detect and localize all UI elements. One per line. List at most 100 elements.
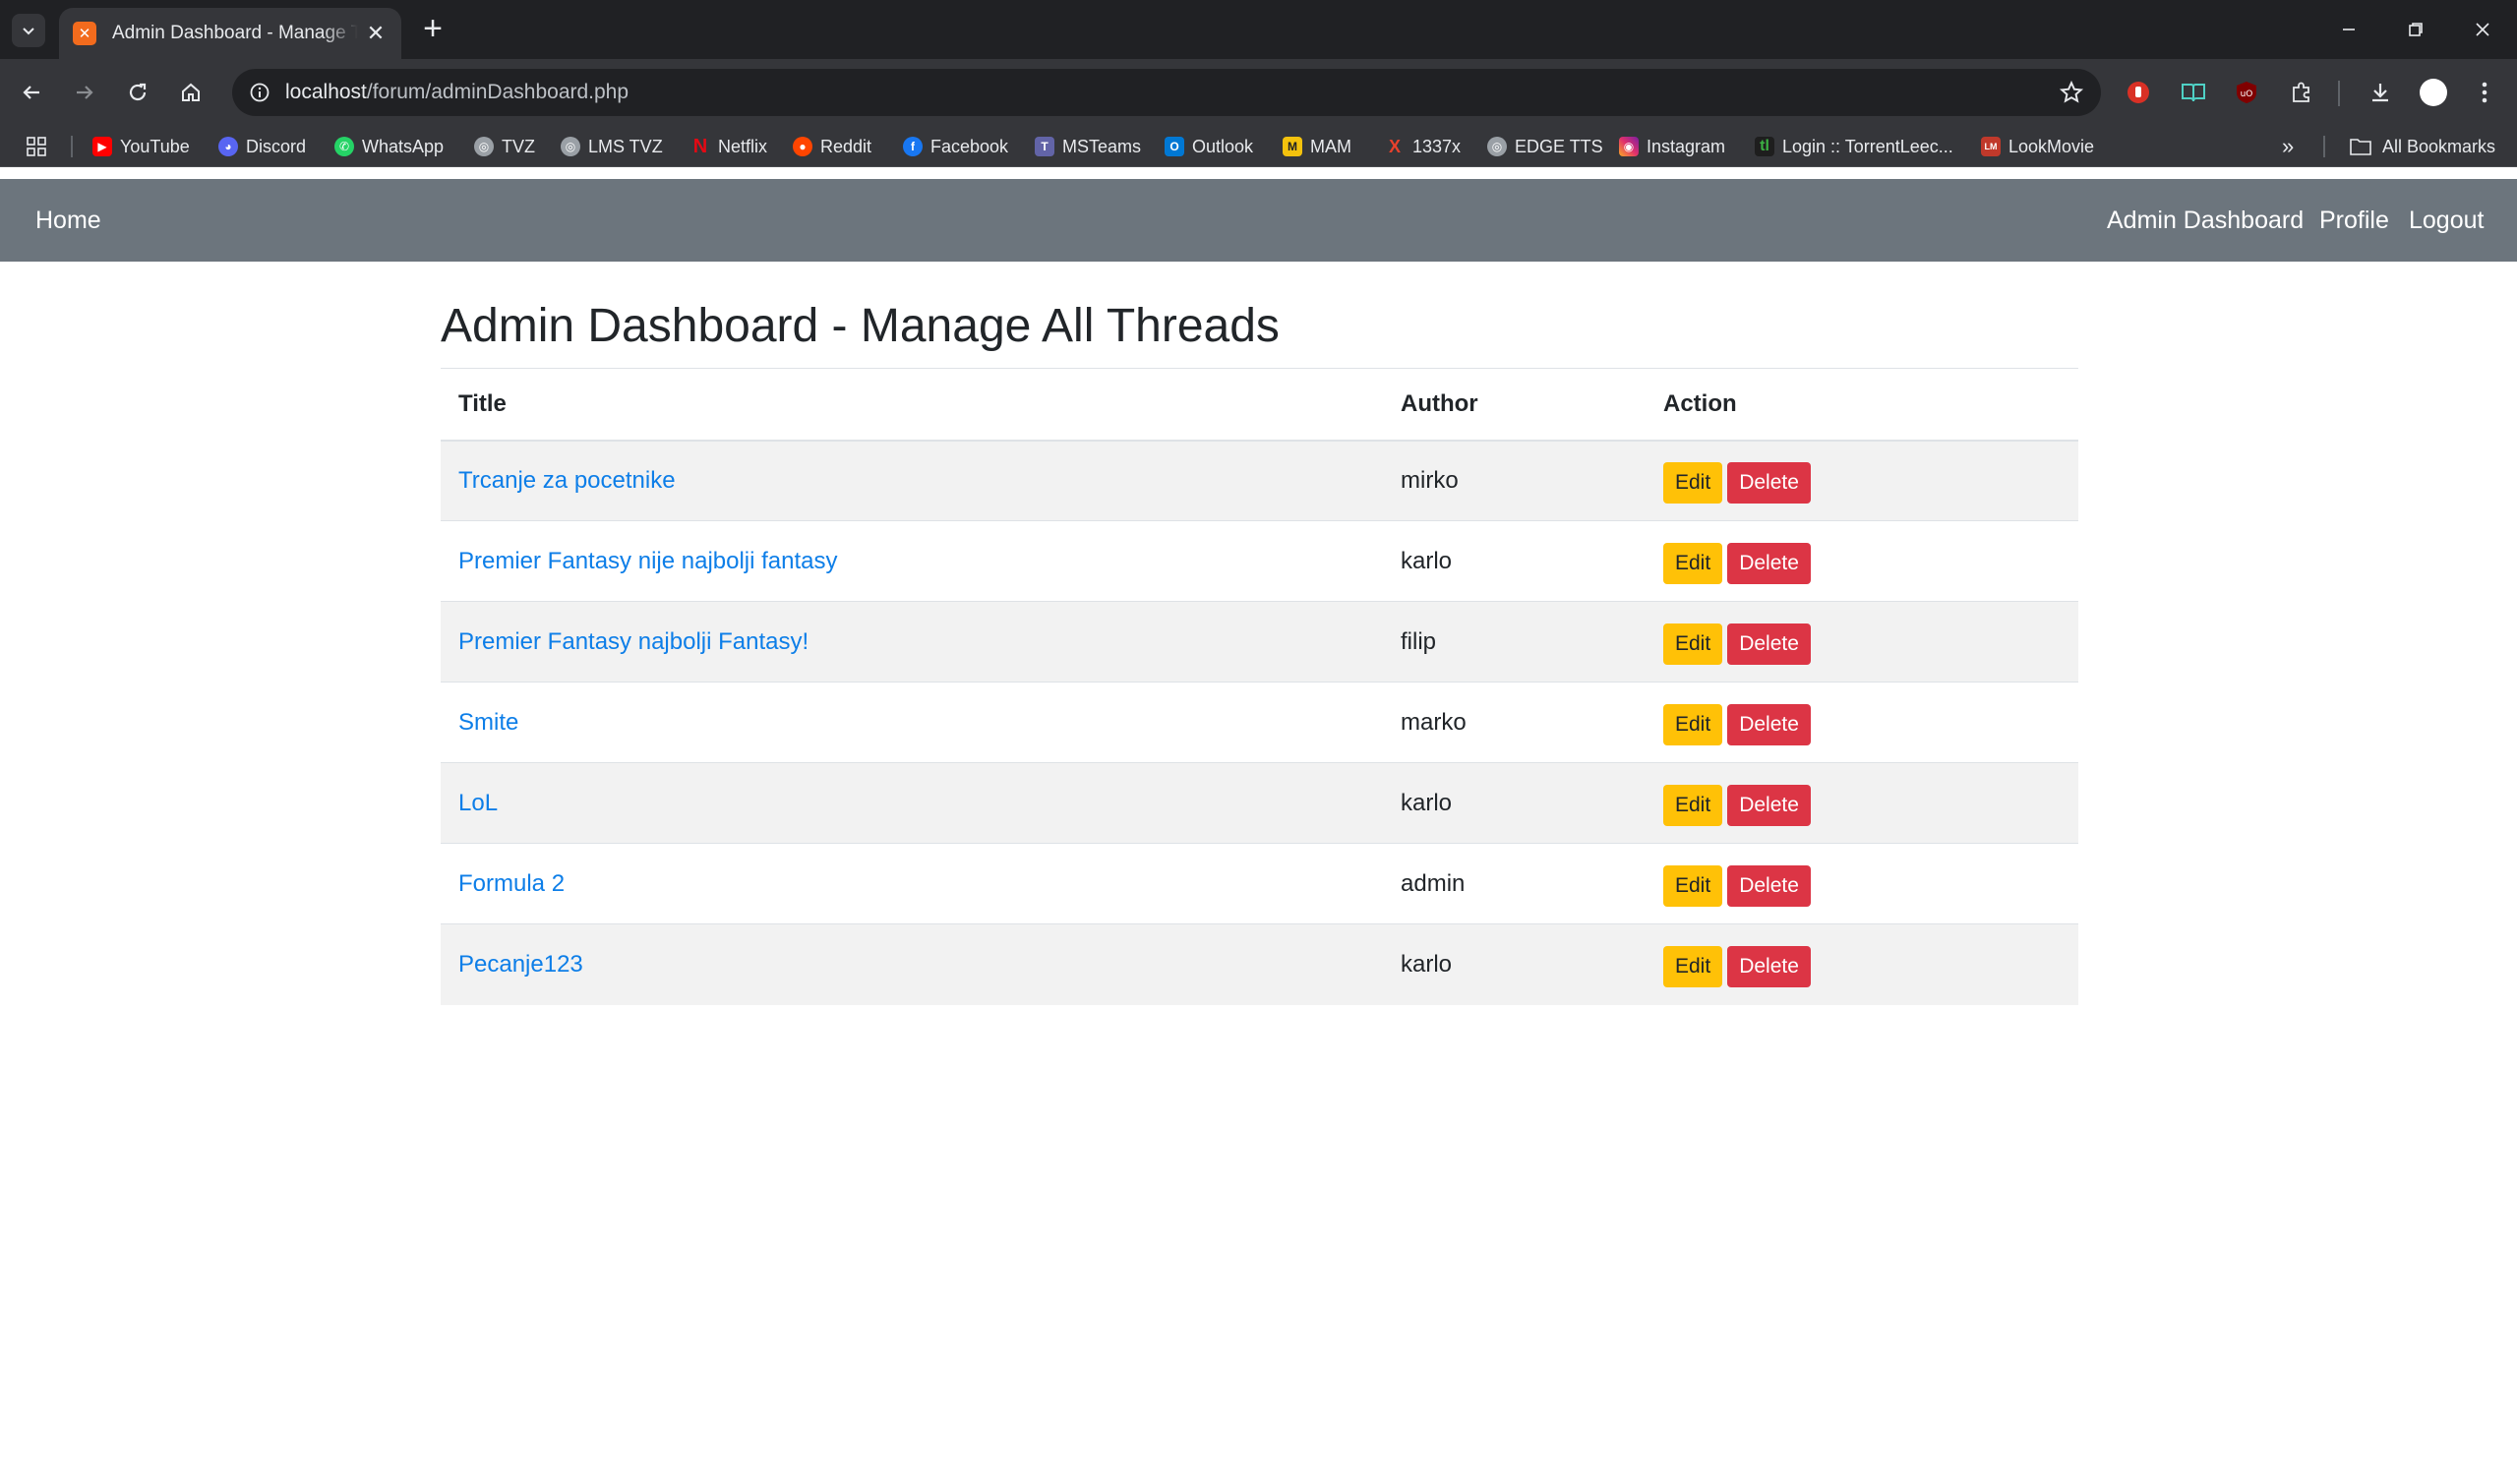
thread-title-link[interactable]: Pecanje123	[458, 951, 583, 978]
arrow-right-icon	[77, 86, 93, 99]
bookmark-msteams[interactable]: T MSTeams	[1035, 132, 1141, 161]
close-icon	[2476, 23, 2489, 36]
edit-button[interactable]: Edit	[1663, 623, 1723, 665]
url-text: localhost/forum/adminDashboard.php	[285, 81, 629, 104]
globe-icon: ◎	[1487, 137, 1507, 156]
table-row: Smite marko Edit Delete	[441, 682, 2078, 763]
bookmark-discord[interactable]: ◕ Discord	[218, 132, 306, 161]
bookmark-tvz[interactable]: ◎ TVZ	[474, 132, 535, 161]
thread-actions: Edit Delete	[1646, 923, 2078, 1005]
globe-icon: ◎	[474, 137, 494, 156]
all-bookmarks-button[interactable]: All Bookmarks	[2349, 132, 2495, 161]
header-title: Title	[441, 368, 1383, 442]
edit-button[interactable]: Edit	[1663, 461, 1723, 504]
thread-author: karlo	[1383, 762, 1646, 844]
thread-title-link[interactable]: Formula 2	[458, 870, 565, 897]
forward-button[interactable]	[67, 75, 102, 110]
bookmark-edge-tts[interactable]: ◎ EDGE TTS	[1487, 132, 1603, 161]
thread-title-link[interactable]: Premier Fantasy nije najbolji fantasy	[458, 548, 838, 574]
restore-icon	[2409, 23, 2423, 36]
tab-search-button[interactable]	[12, 14, 45, 47]
reload-button[interactable]	[120, 75, 155, 110]
edit-button[interactable]: Edit	[1663, 945, 1723, 987]
globe-icon: ◎	[561, 137, 580, 156]
bookmark-lookmovie[interactable]: LM LookMovie	[1981, 132, 2094, 161]
apps-grid-icon[interactable]	[26, 132, 47, 161]
delete-button[interactable]: Delete	[1727, 945, 1811, 987]
thread-actions: Edit Delete	[1646, 762, 2078, 844]
bookmark-1337x[interactable]: X 1337x	[1385, 132, 1461, 161]
bookmark-instagram[interactable]: ◉ Instagram	[1619, 132, 1725, 161]
close-window-button[interactable]	[2459, 14, 2506, 45]
bookmark-label: Outlook	[1192, 136, 1254, 156]
home-button[interactable]	[173, 75, 209, 110]
bookmark-facebook[interactable]: f Facebook	[903, 132, 1008, 161]
table-row: Premier Fantasy nije najbolji fantasy ka…	[441, 520, 2078, 602]
close-tab-icon[interactable]: ✕	[364, 21, 388, 46]
bookmark-torrentleech[interactable]: tl Login :: TorrentLeec...	[1755, 132, 1953, 161]
tab-title: Admin Dashboard - Manage Threads	[112, 23, 358, 43]
whatsapp-icon: ✆	[334, 137, 354, 156]
profile-avatar-icon[interactable]	[2418, 77, 2449, 108]
bookmark-mam[interactable]: M MAM	[1283, 132, 1351, 161]
back-button[interactable]	[14, 75, 49, 110]
restore-button[interactable]	[2392, 14, 2439, 45]
toolbar-separator	[2338, 81, 2340, 106]
bookmark-youtube[interactable]: ▶ YouTube	[92, 132, 190, 161]
thread-actions: Edit Delete	[1646, 682, 2078, 763]
header-action: Action	[1646, 368, 2078, 442]
browser-toolbar: localhost/forum/adminDashboard.php uO	[0, 59, 2517, 126]
bookmark-lms-tvz[interactable]: ◎ LMS TVZ	[561, 132, 663, 161]
nav-admin-dashboard-link[interactable]: Admin Dashboard	[2107, 203, 2304, 238]
thread-author: marko	[1383, 682, 1646, 763]
address-bar[interactable]: localhost/forum/adminDashboard.php	[232, 69, 2101, 116]
mam-icon: M	[1283, 137, 1302, 156]
extension-adblock-icon[interactable]	[2123, 77, 2154, 108]
bookmarks-bar: ▶ YouTube ◕ Discord ✆ WhatsApp ◎ TVZ ◎ L…	[0, 126, 2517, 167]
threads-table: Title Author Action Trcanje za pocetnike…	[441, 368, 2078, 1005]
bookmark-label: Facebook	[930, 136, 1009, 156]
bookmarks-separator	[71, 136, 73, 157]
bookmark-star-icon[interactable]	[2058, 79, 2085, 106]
site-navbar: Home Admin Dashboard Profile Logout	[0, 179, 2517, 262]
delete-button[interactable]: Delete	[1727, 703, 1811, 745]
site-info-icon[interactable]	[246, 79, 273, 106]
delete-button[interactable]: Delete	[1727, 623, 1811, 665]
edit-button[interactable]: Edit	[1663, 864, 1723, 907]
extensions-puzzle-icon[interactable]	[2286, 77, 2317, 108]
delete-button[interactable]: Delete	[1727, 864, 1811, 907]
nav-profile-link[interactable]: Profile	[2319, 203, 2389, 238]
x-icon: X	[1388, 136, 1401, 156]
new-tab-button[interactable]: +	[415, 12, 450, 47]
bookmarks-separator	[2323, 136, 2325, 157]
delete-button[interactable]: Delete	[1727, 542, 1811, 584]
nav-home-link[interactable]: Home	[35, 203, 101, 238]
extension-ublock-icon[interactable]: uO	[2231, 77, 2262, 108]
bookmark-outlook[interactable]: O Outlook	[1165, 132, 1253, 161]
browser-tab-active[interactable]: ✕ Admin Dashboard - Manage Threads ✕	[59, 8, 401, 59]
edit-button[interactable]: Edit	[1663, 703, 1723, 745]
thread-title-link[interactable]: Smite	[458, 709, 518, 736]
bookmark-netflix[interactable]: N Netflix	[690, 132, 767, 161]
bookmark-whatsapp[interactable]: ✆ WhatsApp	[334, 132, 444, 161]
download-icon[interactable]	[2365, 77, 2396, 108]
bookmark-label: LookMovie	[2008, 136, 2095, 156]
bookmark-reddit[interactable]: ● Reddit	[793, 132, 871, 161]
thread-title-link[interactable]: LoL	[458, 790, 498, 816]
thread-title-link[interactable]: Trcanje za pocetnike	[458, 467, 676, 494]
bookmark-label: EDGE TTS	[1515, 136, 1603, 156]
minimize-button[interactable]	[2325, 14, 2372, 45]
edit-button[interactable]: Edit	[1663, 542, 1723, 584]
url-path: /forum/adminDashboard.php	[366, 81, 629, 103]
menu-kebab-icon[interactable]	[2469, 77, 2500, 108]
delete-button[interactable]: Delete	[1727, 461, 1811, 504]
header-author: Author	[1383, 368, 1646, 442]
edit-button[interactable]: Edit	[1663, 784, 1723, 826]
extension-reader-icon[interactable]	[2178, 77, 2209, 108]
thread-author: admin	[1383, 843, 1646, 924]
delete-button[interactable]: Delete	[1727, 784, 1811, 826]
thread-title-link[interactable]: Premier Fantasy najbolji Fantasy!	[458, 628, 809, 655]
more-bookmarks-chevron-icon[interactable]: »	[2282, 132, 2294, 161]
nav-logout-link[interactable]: Logout	[2409, 203, 2484, 238]
lookmovie-icon: LM	[1981, 137, 2001, 156]
